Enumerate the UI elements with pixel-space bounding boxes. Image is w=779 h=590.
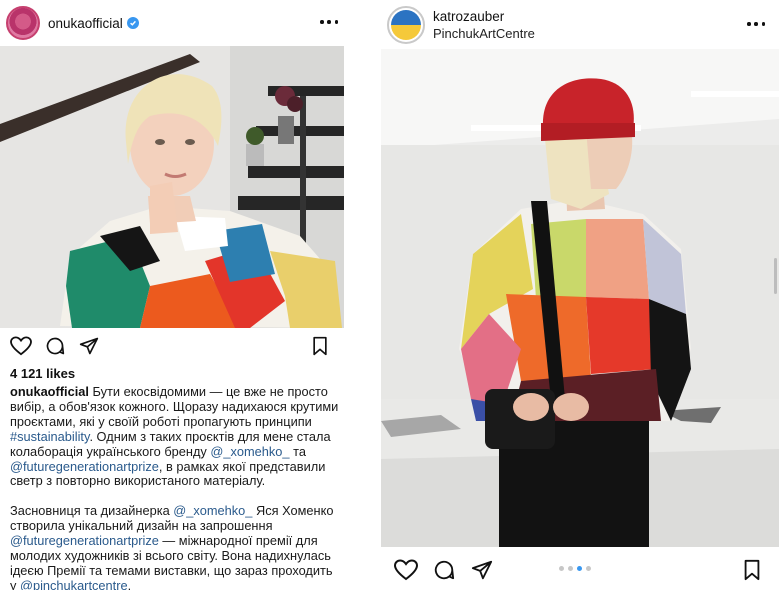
post-katrozauber: katrozauber PinchukArtCentre [381,0,779,590]
more-icon[interactable] [320,14,338,30]
action-bar [0,333,350,367]
bookmark-icon[interactable] [739,557,765,583]
location-link[interactable]: PinchukArtCentre [433,26,535,41]
carousel-dot[interactable] [568,566,573,571]
caption-text: та [289,443,306,459]
post-header: onukaofficial [0,0,350,46]
post-caption: onukaofficial Бути екосвідомими — це вже… [10,384,340,590]
post-header: katrozauber PinchukArtCentre [381,0,779,49]
share-icon[interactable] [76,333,102,359]
verified-icon [126,17,139,29]
caption-text: . [127,577,132,590]
hashtag-link[interactable]: #sustainability [10,429,89,444]
more-icon[interactable] [747,16,765,32]
carousel-dot[interactable] [577,566,582,571]
mention-link[interactable]: @futuregenerationartprize [10,533,159,548]
scrollbar[interactable] [774,258,777,294]
bookmark-icon[interactable] [307,333,333,359]
share-icon[interactable] [469,557,495,583]
heart-icon[interactable] [393,557,419,583]
username[interactable]: onukaofficial [48,16,123,31]
avatar[interactable] [387,5,425,44]
header-text: onukaofficial [48,16,139,31]
comment-icon[interactable] [431,557,457,583]
username[interactable]: katrozauber [433,9,504,24]
heart-icon[interactable] [8,333,34,359]
username-row: onukaofficial [48,16,139,31]
caption-username[interactable]: onukaofficial [10,384,89,399]
caption-paragraph-2: Засновниця та дизайнерка @_xomehko_ Яся … [10,503,340,590]
mention-link[interactable]: @futuregenerationartprize [10,459,159,474]
caption-text: Засновниця та дизайнерка [10,503,174,519]
caption-paragraph-1: onukaofficial Бути екосвідомими — це вже… [10,384,340,489]
carousel-indicator[interactable] [559,566,591,571]
post-onukaofficial: onukaofficial 4 121 likes onukaofficial … [0,0,350,590]
mention-link[interactable]: @_xomehko_ [210,444,289,459]
post-photo[interactable] [0,46,344,328]
likes-count[interactable]: 4 121 likes [10,366,75,381]
mention-link[interactable]: @pinchukartcentre [20,578,128,590]
carousel-dot[interactable] [559,566,564,571]
mention-link[interactable]: @_xomehko_ [173,503,252,518]
comment-icon[interactable] [42,333,68,359]
username-row: katrozauber [433,9,535,24]
post-photo[interactable] [381,49,779,547]
carousel-dot[interactable] [586,566,591,571]
action-bar [381,557,779,590]
avatar[interactable] [6,6,40,40]
header-text: katrozauber PinchukArtCentre [433,9,535,41]
